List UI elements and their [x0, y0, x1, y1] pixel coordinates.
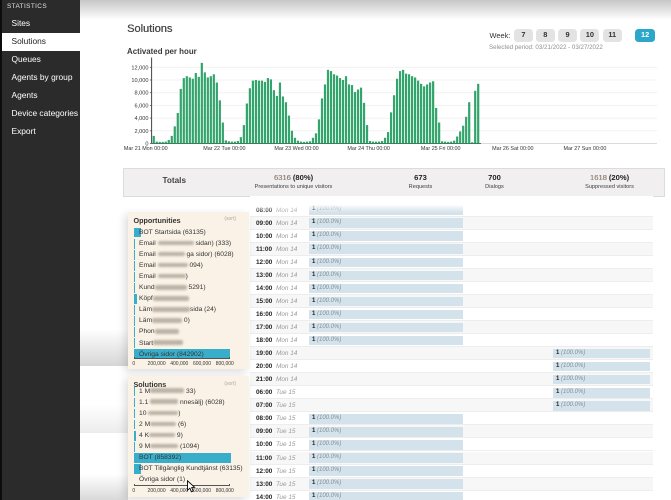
svg-text:6,000: 6,000 [135, 103, 149, 109]
svg-text:8,000: 8,000 [135, 91, 149, 97]
svg-text:Mar 21 Mon 00:00: Mar 21 Mon 00:00 [124, 146, 168, 152]
svg-text:12,000: 12,000 [131, 65, 148, 71]
svg-text:2,000: 2,000 [135, 129, 149, 135]
svg-text:Mar 22 Tue 00:00: Mar 22 Tue 00:00 [203, 146, 245, 152]
svg-text:Mar 25 Fri 00:00: Mar 25 Fri 00:00 [421, 146, 461, 152]
svg-text:Mar 24 Thu 00:00: Mar 24 Thu 00:00 [347, 146, 389, 152]
svg-text:Mar 26 Sat 00:00: Mar 26 Sat 00:00 [492, 146, 533, 152]
svg-text:Mar 23 Wed 00:00: Mar 23 Wed 00:00 [274, 146, 318, 152]
svg-text:10,000: 10,000 [131, 78, 148, 84]
svg-text:Mar 27 Sun 00:00: Mar 27 Sun 00:00 [563, 146, 606, 152]
svg-text:4,000: 4,000 [135, 116, 149, 122]
